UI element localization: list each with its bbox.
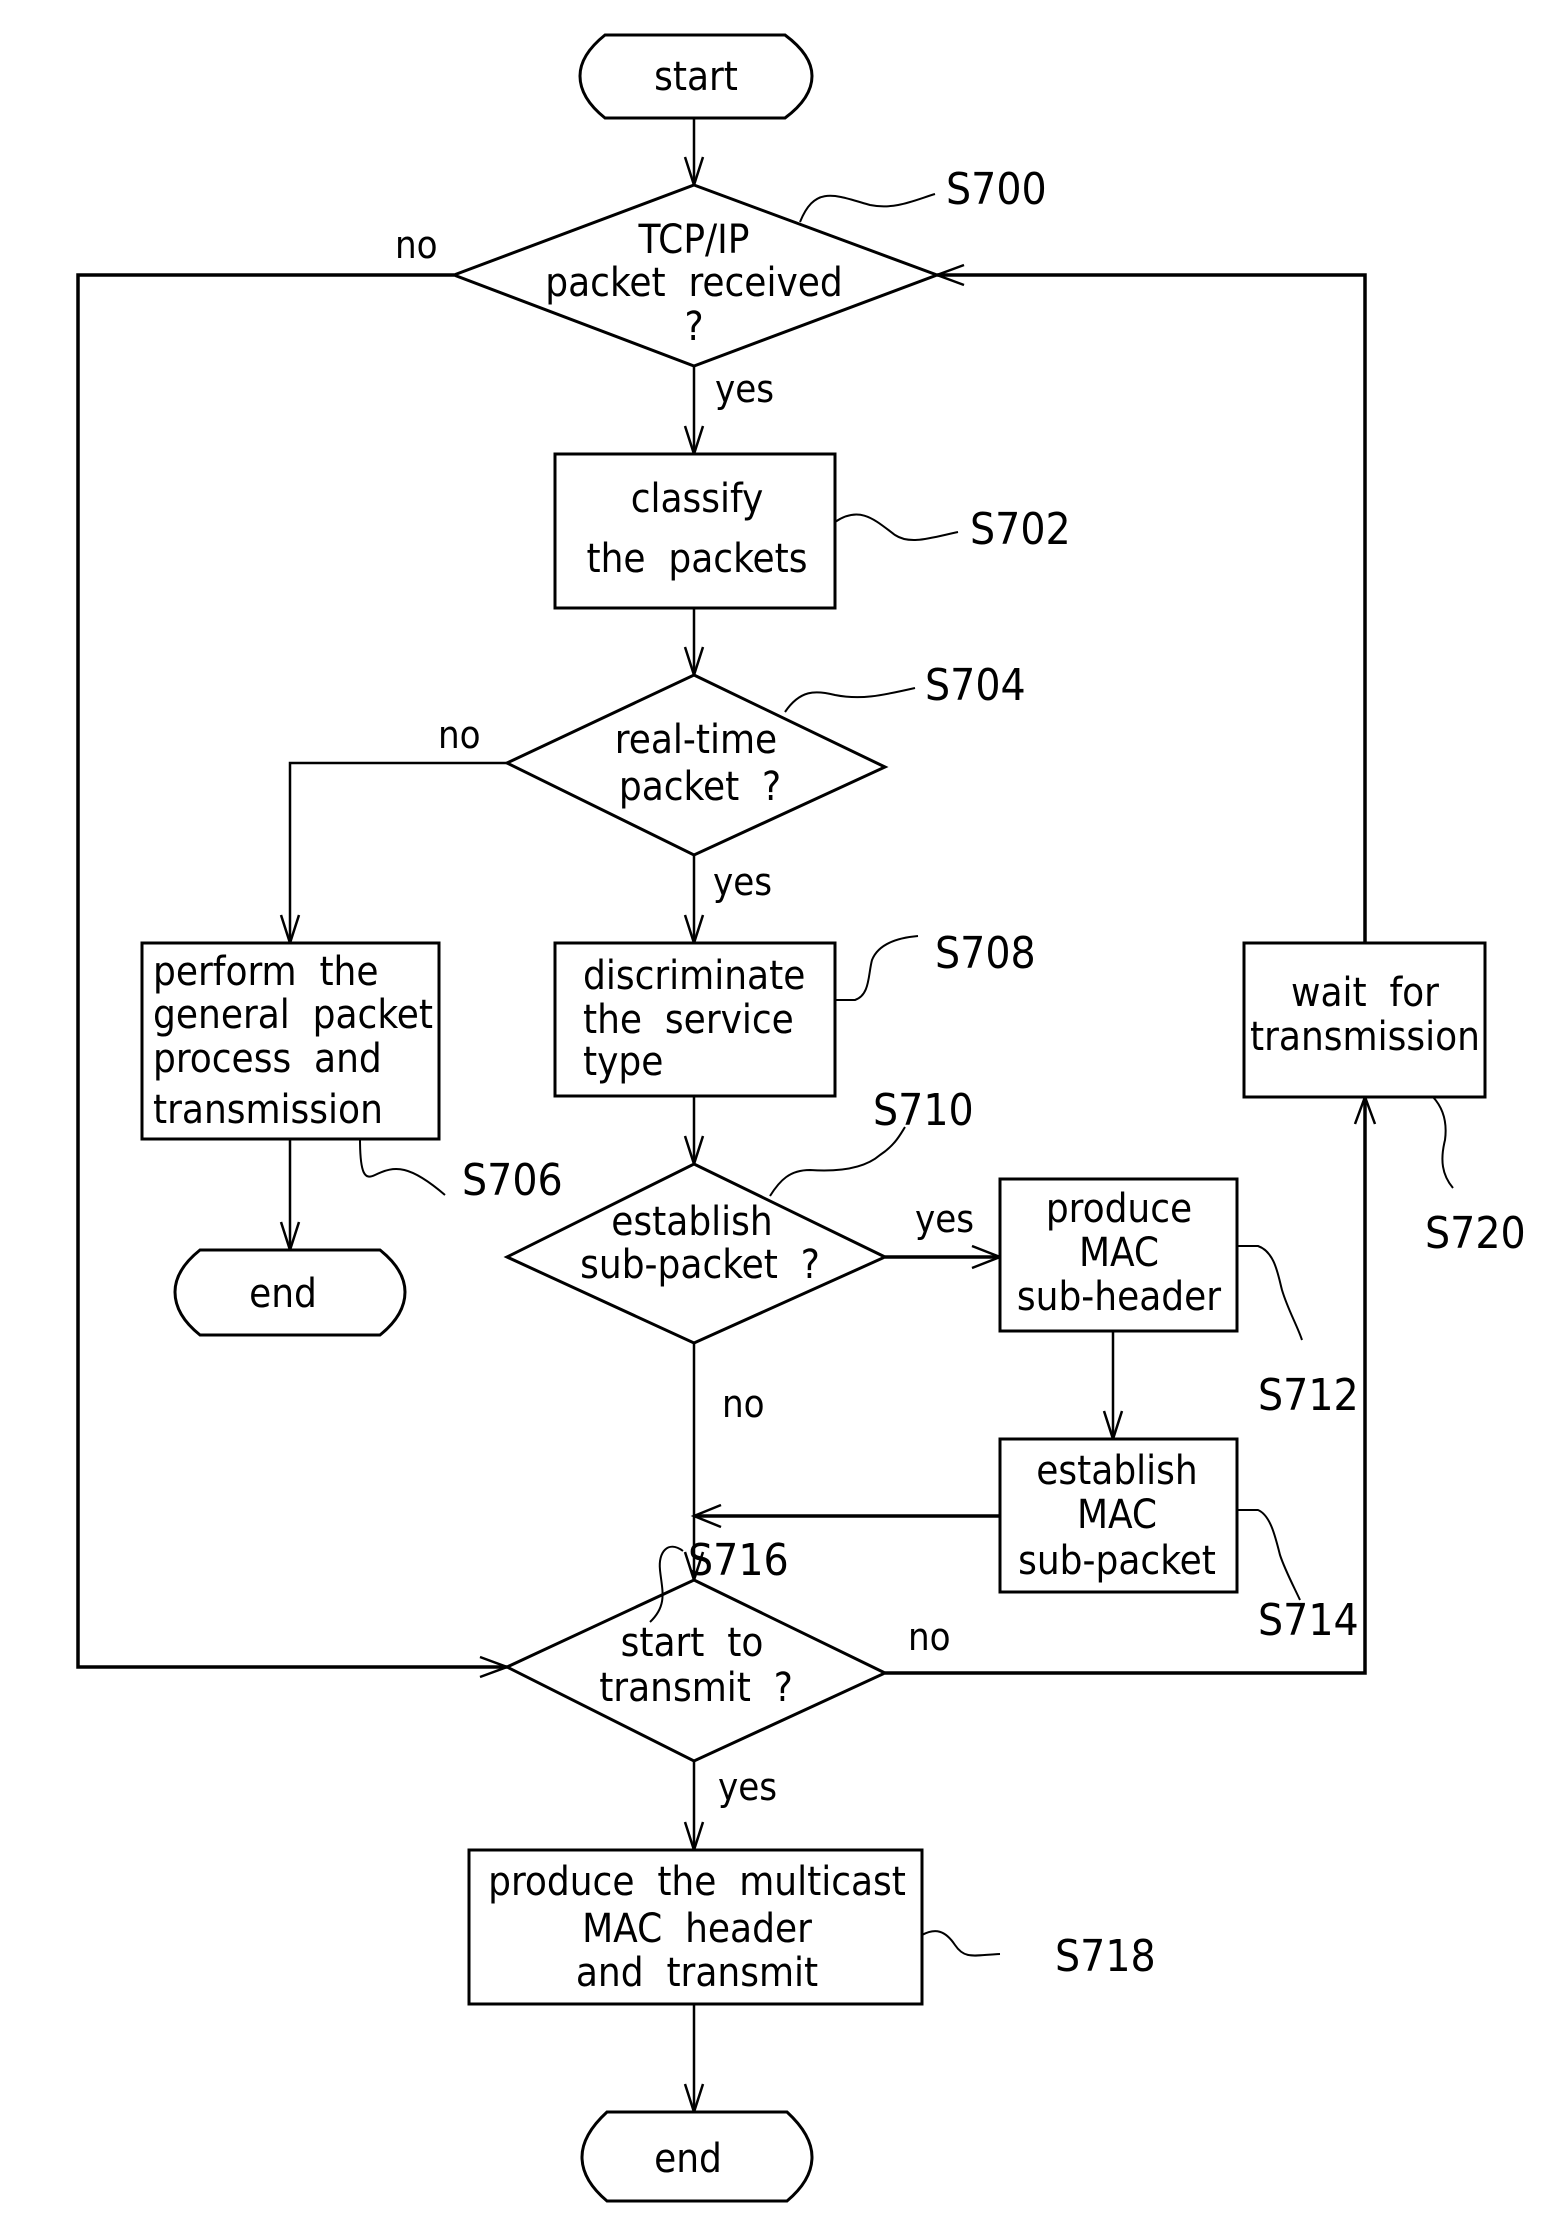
node-s712-line-2: MAC [1079, 1230, 1159, 1276]
node-s708-line-2: the service [583, 997, 794, 1043]
node-s718: produce the multicast MAC header and tra… [467, 1848, 1156, 2006]
node-s714-line-1: establish [1036, 1448, 1197, 1494]
node-s720: wait for transmission S720 [1242, 941, 1526, 1259]
node-s712-line-1: produce [1046, 1186, 1192, 1232]
edge-label-s704-no: no [438, 713, 481, 757]
ref-s710: S710 [873, 1085, 974, 1136]
node-s714-line-3: sub-packet [1018, 1538, 1216, 1584]
ref-s708: S708 [935, 928, 1036, 979]
node-s710-line-1: establish [611, 1199, 772, 1245]
node-s714-line-2: MAC [1077, 1492, 1157, 1538]
node-s706-line-1: perform the [153, 949, 379, 995]
node-s702-line-2: the packets [586, 536, 807, 582]
node-s718-line-3: and transmit [576, 1950, 818, 1996]
node-start: start [578, 33, 814, 120]
ref-s702: S702 [970, 504, 1071, 555]
node-s716-line-1: start to [621, 1620, 764, 1666]
node-s710-line-2: sub-packet ? [580, 1242, 820, 1288]
ref-s718: S718 [1055, 1931, 1156, 1982]
node-s718-line-2: MAC header [582, 1906, 812, 1952]
ref-s706: S706 [462, 1155, 563, 1206]
node-s708-line-1: discriminate [583, 953, 805, 999]
node-s716: start to transmit ? S716 no yes [503, 1535, 951, 1809]
node-s706-line-4: transmission [153, 1087, 383, 1133]
leader-line [784, 687, 916, 713]
node-start-label: start [654, 54, 738, 100]
edge-label-s700-yes: yes [715, 367, 774, 411]
node-end-left: end [173, 1248, 407, 1337]
node-s704: real-time packet ? S704 no yes [438, 660, 1026, 904]
node-s708: discriminate the service type S708 [553, 928, 1036, 1098]
node-s700-line-3: ? [684, 304, 703, 350]
ref-s714: S714 [1258, 1595, 1359, 1646]
edge-label-s716-yes: yes [718, 1765, 777, 1809]
leader-line [835, 935, 919, 1001]
leader-line [1432, 1096, 1454, 1189]
node-s702-line-1: classify [631, 476, 764, 522]
edge-label-s710-no: no [722, 1382, 765, 1426]
node-s720-line-2: transmission [1250, 1014, 1480, 1060]
node-s704-line-2: packet ? [619, 764, 781, 810]
leader-line [834, 513, 959, 541]
node-s712: produce MAC sub-header S712 [998, 1177, 1359, 1421]
ref-s720: S720 [1425, 1208, 1526, 1259]
node-s700: TCP/IP packet received ? S700 no yes [395, 164, 1047, 411]
node-end-left-label: end [249, 1271, 317, 1317]
ref-s704: S704 [925, 660, 1026, 711]
leader-line [1237, 1245, 1303, 1341]
edge-label-s716-no: no [908, 1615, 951, 1659]
leader-line [769, 1126, 906, 1197]
node-s704-line-1: real-time [615, 717, 777, 763]
node-s700-line-2: packet received [545, 260, 842, 306]
leader-line [799, 193, 936, 223]
node-s700-line-1: TCP/IP [638, 217, 750, 263]
node-s708-line-3: type [583, 1039, 663, 1085]
node-end-bottom-label: end [654, 2136, 722, 2182]
edge-s704-no-s706 [288, 761, 507, 943]
node-s716-line-2: transmit ? [599, 1665, 793, 1711]
ref-s712: S712 [1258, 1370, 1359, 1421]
node-s706-line-2: general packet [153, 992, 433, 1038]
edge-label-s710-yes: yes [915, 1197, 974, 1241]
edge-label-s704-yes: yes [713, 860, 772, 904]
node-s706: perform the general packet process and t… [140, 941, 563, 1206]
ref-s716: S716 [688, 1535, 789, 1586]
node-s712-line-3: sub-header [1017, 1274, 1221, 1320]
edge-s720-s700 [937, 273, 1367, 943]
edge-label-s700-no: no [395, 223, 438, 267]
node-s718-line-1: produce the multicast [488, 1859, 906, 1905]
leader-line [921, 1930, 1001, 1957]
node-s706-line-3: process and [153, 1036, 382, 1082]
node-s702: classify the packets S702 [553, 452, 1071, 610]
node-s714: establish MAC sub-packet S714 [998, 1437, 1359, 1646]
ref-s700: S700 [946, 164, 1047, 215]
node-end-bottom: end [580, 2110, 814, 2203]
leader-line [359, 1138, 446, 1196]
leader-line [1237, 1509, 1301, 1601]
flowchart: start TCP/IP packet received ? S700 no y… [76, 33, 1526, 2203]
node-s720-line-1: wait for [1291, 970, 1439, 1016]
